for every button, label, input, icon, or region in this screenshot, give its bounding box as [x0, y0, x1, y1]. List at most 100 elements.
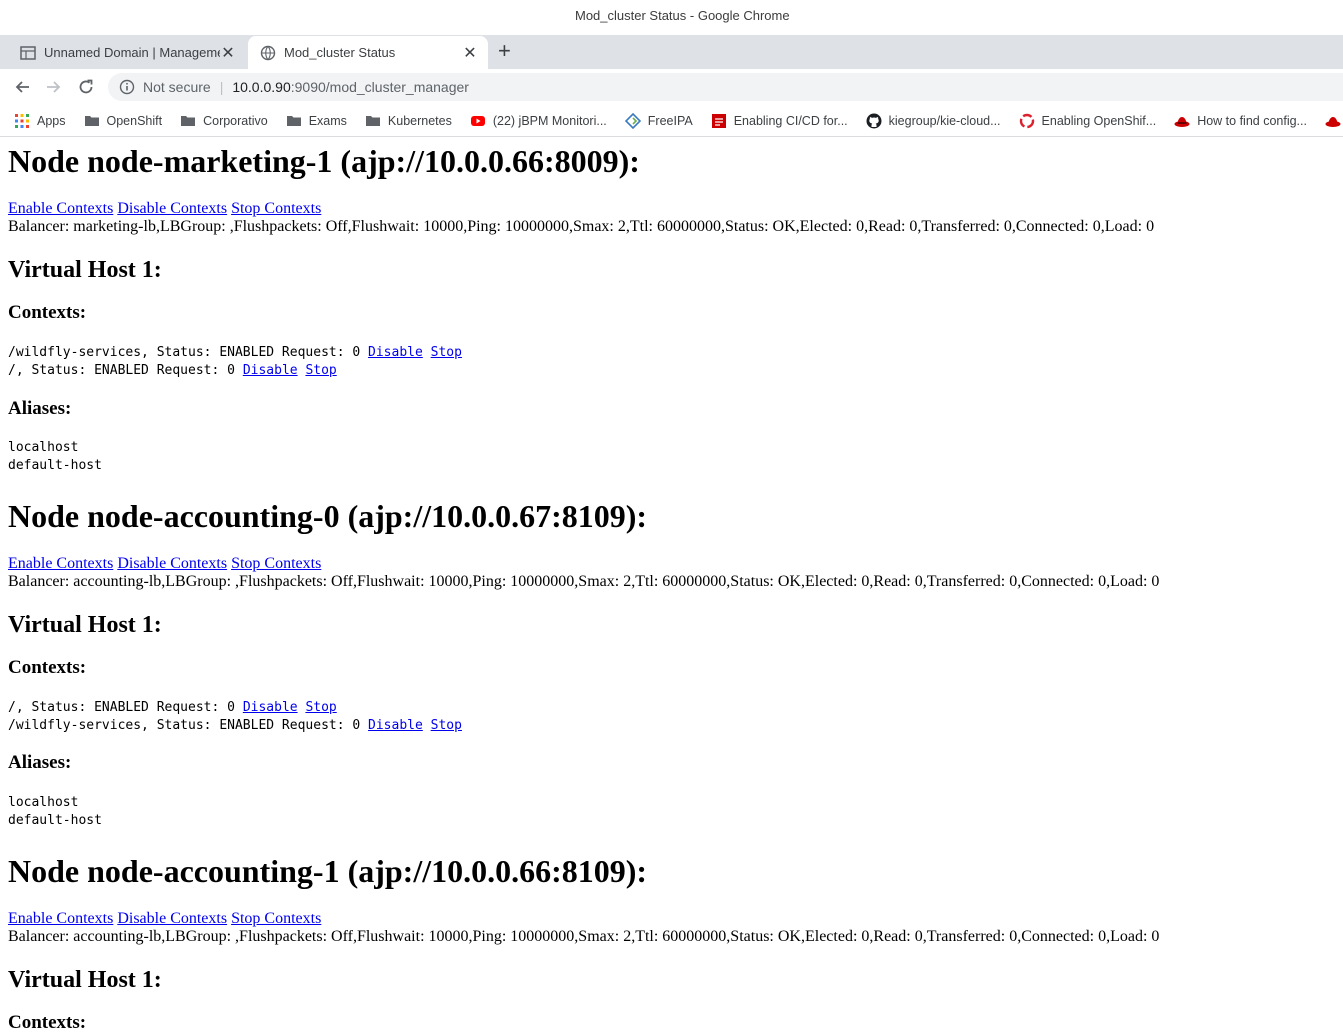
youtube-icon: [470, 115, 485, 126]
redhat-hat-icon: [1174, 116, 1190, 127]
redhat-hat-icon: [1325, 116, 1341, 127]
bookmark-freeipa[interactable]: FreeIPA: [624, 112, 693, 129]
bookmark-how-to-find-config[interactable]: How to find config...: [1174, 113, 1307, 129]
disable-contexts-link[interactable]: Disable Contexts: [117, 910, 227, 927]
disable-contexts-link[interactable]: Disable Contexts: [117, 555, 227, 572]
context-disable-link[interactable]: Disable: [243, 363, 298, 378]
bookmarks-bar: Apps OpenShift Corporativo Exams Kuberne…: [0, 105, 1343, 137]
aliases-heading: Aliases:: [8, 398, 72, 419]
bookmark-label: (22) jBPM Monitori...: [492, 113, 607, 128]
apps-grid-icon: [15, 113, 29, 128]
node-actions: Enable Contexts Disable Contexts Stop Co…: [8, 200, 321, 218]
redhat-icon: [711, 113, 726, 128]
tab-unnamed-domain[interactable]: Unnamed Domain | Manageme ✕: [8, 36, 246, 69]
tab-strip: Unnamed Domain | Manageme ✕ Mod_cluster …: [0, 35, 1343, 69]
virtual-host-heading: Virtual Host 1:: [8, 967, 162, 993]
enable-contexts-link[interactable]: Enable Contexts: [8, 200, 113, 217]
back-arrow-icon: [15, 81, 29, 93]
context-disable-link[interactable]: Disable: [368, 345, 423, 360]
alias-item: default-host: [8, 813, 102, 828]
bookmark-label: kiegroup/kie-cloud...: [888, 113, 1001, 128]
bookmark-enabling-openshift[interactable]: Enabling OpenShif...: [1019, 113, 1156, 129]
folder-icon: [84, 115, 99, 126]
bookmark-enabling-cicd[interactable]: Enabling CI/CD for...: [711, 113, 848, 129]
context-stop-link[interactable]: Stop: [305, 363, 336, 378]
stop-contexts-link[interactable]: Stop Contexts: [231, 200, 321, 217]
address-bar[interactable]: Not secure | 10.0.0.90:9090/mod_cluster_…: [108, 73, 1343, 101]
bookmark-openshift-folder[interactable]: OpenShift: [84, 113, 163, 129]
folder-icon: [181, 115, 196, 126]
bookmark-exams-folder[interactable]: Exams: [286, 113, 347, 129]
context-row: /wildfly-services, Status: ENABLED Reque…: [8, 717, 462, 735]
bookmark-kiegroup-github[interactable]: kiegroup/kie-cloud...: [866, 113, 1001, 129]
contexts-heading: Contexts:: [8, 1012, 87, 1033]
stop-contexts-link[interactable]: Stop Contexts: [231, 910, 321, 927]
window-title: Mod_cluster Status - Google Chrome: [575, 8, 790, 23]
github-icon: [866, 113, 882, 128]
folder-icon: [286, 115, 301, 126]
tab-label: Mod_cluster Status: [284, 45, 396, 60]
bookmark-jbpm-youtube[interactable]: (22) jBPM Monitori...: [470, 113, 607, 129]
omnibox-separator: |: [219, 79, 224, 95]
bookmark-kubernetes-folder[interactable]: Kubernetes: [365, 113, 452, 129]
context-stop-link[interactable]: Stop: [431, 718, 462, 733]
node-actions: Enable Contexts Disable Contexts Stop Co…: [8, 910, 321, 928]
forward-button[interactable]: [42, 75, 66, 99]
bookmark-label: Corporativo: [203, 113, 268, 128]
enable-contexts-link[interactable]: Enable Contexts: [8, 555, 113, 572]
context-info: /wildfly-services, Status: ENABLED Reque…: [8, 345, 369, 360]
globe-icon: [260, 45, 276, 60]
virtual-host-heading: Virtual Host 1:: [8, 257, 162, 283]
enable-contexts-link[interactable]: Enable Contexts: [8, 910, 113, 927]
security-status[interactable]: Not secure: [143, 79, 211, 95]
bookmark-label: Kubernetes: [387, 113, 452, 128]
context-row: /, Status: ENABLED Request: 0 Disable St…: [8, 699, 337, 717]
context-info: /, Status: ENABLED Request: 0: [8, 363, 243, 378]
balancer-info: Balancer: accounting-lb,LBGroup: ,Flushp…: [8, 573, 1160, 590]
node-actions: Enable Contexts Disable Contexts Stop Co…: [8, 555, 321, 573]
reload-button[interactable]: [74, 75, 98, 99]
contexts-heading: Contexts:: [8, 657, 87, 678]
context-stop-link[interactable]: Stop: [431, 345, 462, 360]
wildfly-console-icon: [20, 45, 36, 60]
browser-toolbar: Not secure | 10.0.0.90:9090/mod_cluster_…: [0, 69, 1343, 105]
context-disable-link[interactable]: Disable: [368, 718, 423, 733]
tab-close-icon[interactable]: ✕: [220, 43, 236, 63]
openshift-icon: [1019, 113, 1034, 128]
aliases-heading: Aliases:: [8, 752, 72, 773]
bookmark-label: FreeIPA: [647, 113, 693, 128]
stop-contexts-link[interactable]: Stop Contexts: [231, 555, 321, 572]
freeipa-icon: [624, 112, 641, 129]
node-title: Node node-marketing-1 (ajp://10.0.0.66:8…: [8, 143, 640, 179]
url-path: :9090/mod_cluster_manager: [290, 79, 469, 95]
contexts-heading: Contexts:: [8, 302, 87, 323]
disable-contexts-link[interactable]: Disable Contexts: [117, 200, 227, 217]
bookmark-label: Enabling CI/CD for...: [733, 113, 848, 128]
back-button[interactable]: [10, 75, 34, 99]
alias-item: default-host: [8, 458, 102, 473]
forward-arrow-icon: [47, 81, 61, 93]
tab-label: Unnamed Domain | Manageme: [44, 45, 220, 60]
context-row: /wildfly-services, Status: ENABLED Reque…: [8, 344, 462, 362]
bookmark-label: OpenShift: [106, 113, 163, 128]
tab-mod-cluster-status[interactable]: Mod_cluster Status ✕: [248, 36, 488, 69]
alias-item: localhost: [8, 795, 79, 810]
node-title: Node node-accounting-0 (ajp://10.0.0.67:…: [8, 498, 648, 534]
context-info: /, Status: ENABLED Request: 0: [8, 700, 243, 715]
context-stop-link[interactable]: Stop: [305, 700, 336, 715]
new-tab-button[interactable]: +: [498, 40, 511, 62]
node-title: Node node-accounting-1 (ajp://10.0.0.66:…: [8, 853, 648, 889]
balancer-info: Balancer: marketing-lb,LBGroup: ,Flushpa…: [8, 218, 1155, 235]
bookmark-apps[interactable]: Apps: [14, 113, 66, 129]
bookmark-label: Apps: [37, 113, 66, 128]
balancer-info: Balancer: accounting-lb,LBGroup: ,Flushp…: [8, 928, 1160, 945]
bookmark-overflow[interactable]: [1325, 113, 1343, 129]
context-disable-link[interactable]: Disable: [243, 700, 298, 715]
url-host: 10.0.0.90: [232, 79, 291, 95]
bookmark-label: Exams: [308, 113, 347, 128]
info-icon[interactable]: [119, 79, 135, 95]
context-info: /wildfly-services, Status: ENABLED Reque…: [8, 718, 369, 733]
bookmark-corporativo-folder[interactable]: Corporativo: [180, 113, 268, 129]
tab-close-icon[interactable]: ✕: [462, 43, 478, 63]
reload-icon: [79, 79, 93, 94]
